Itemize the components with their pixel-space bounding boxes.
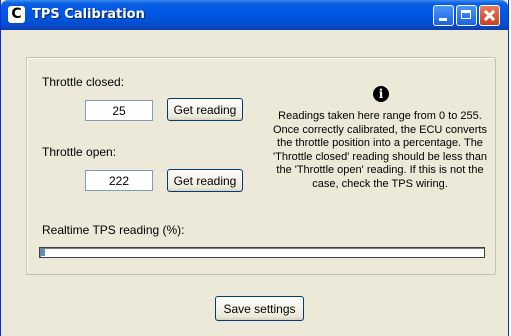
close-icon[interactable]: [479, 5, 500, 26]
throttle-closed-label: Throttle closed:: [42, 75, 125, 89]
throttle-closed-field[interactable]: [85, 100, 153, 121]
tps-progress-fill: [41, 249, 45, 256]
maximize-icon[interactable]: [456, 5, 477, 26]
tps-progress-bar: [39, 247, 485, 258]
get-reading-open-button[interactable]: Get reading: [167, 169, 243, 192]
throttle-open-field[interactable]: [85, 170, 153, 191]
info-text: Readings taken here range from 0 to 255.…: [273, 110, 487, 190]
minimize-icon[interactable]: [433, 5, 454, 26]
realtime-tps-label: Realtime TPS reading (%):: [42, 223, 185, 237]
tps-calibration-window: C TPS Calibration Throttle closed: Get r…: [0, 0, 509, 336]
app-icon: C: [8, 6, 25, 23]
info-icon: i: [373, 86, 389, 102]
throttle-open-label: Throttle open:: [42, 145, 117, 159]
title-bar[interactable]: C TPS Calibration: [1, 0, 508, 30]
save-settings-button[interactable]: Save settings: [215, 296, 304, 321]
get-reading-closed-button[interactable]: Get reading: [167, 98, 243, 121]
window-title: TPS Calibration: [32, 7, 145, 22]
